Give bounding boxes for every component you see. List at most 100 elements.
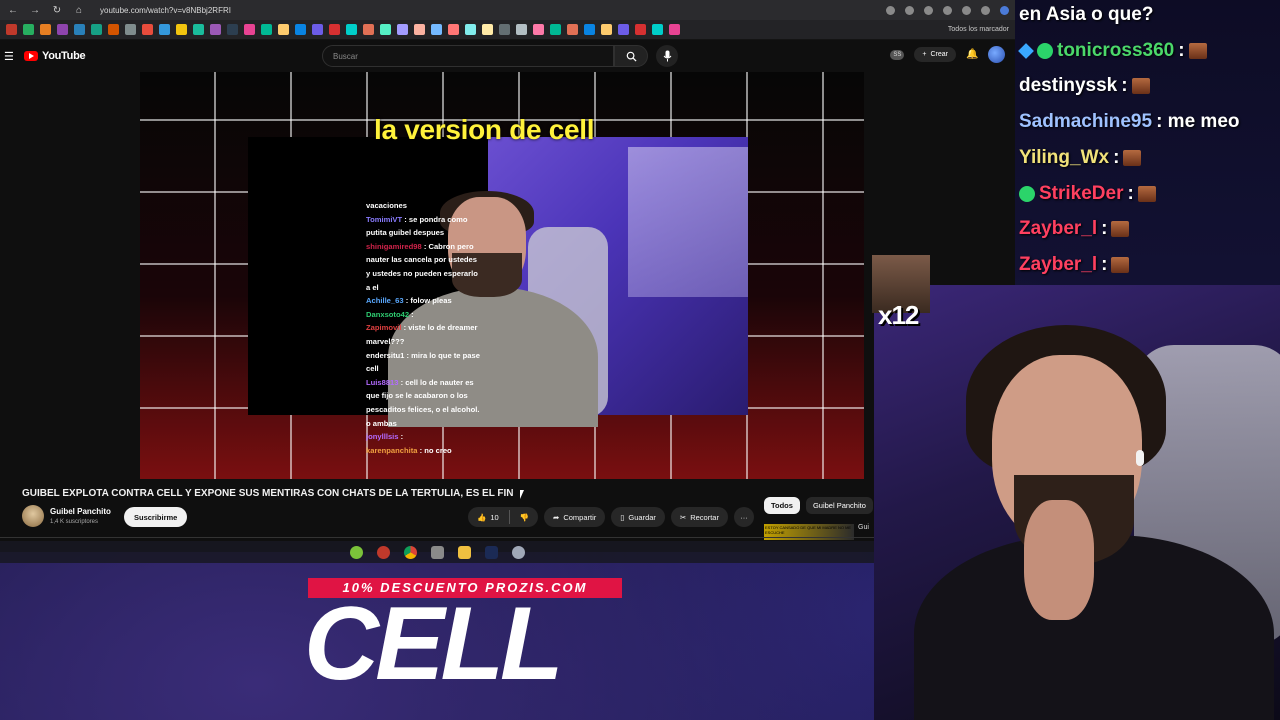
chip-channel[interactable]: Guibel Panchito [805,497,873,514]
bookmark-icon[interactable] [363,24,374,35]
bookmark-icon[interactable] [74,24,85,35]
bookmark-icon[interactable] [312,24,323,35]
profile-icon[interactable] [1000,5,1009,15]
extension-icon[interactable] [943,5,952,15]
bookmark-icon[interactable] [210,24,221,35]
bookmark-icon[interactable] [414,24,425,35]
bookmark-icon[interactable] [397,24,408,35]
extension-icon[interactable] [886,5,895,15]
bookmark-icon[interactable] [380,24,391,35]
bookmark-icon[interactable] [533,24,544,35]
bookmark-icon[interactable] [499,24,510,35]
emote-icon [1188,42,1207,59]
stream-chat-username: StrikeDer [1039,182,1124,204]
clip-label: Recortar [690,512,719,522]
forward-icon[interactable]: → [28,3,42,17]
bookmark-icon[interactable] [23,24,34,35]
create-button[interactable]: + Crear [914,47,956,62]
browser-toolbar: ← → ↻ ⌂ youtube.com/watch?v=v8NBbj2RFRI [0,0,1015,20]
stream-chat-username: Zayber_l [1019,253,1098,275]
back-icon[interactable]: ← [6,3,20,17]
hamburger-menu-icon[interactable]: ☰ [4,50,16,63]
bookmark-icon[interactable] [448,24,459,35]
account-avatar[interactable] [988,46,1005,63]
like-count: 10 [490,512,499,522]
all-bookmarks-folder[interactable]: Todos los marcador [948,26,1009,33]
bookmark-icon[interactable] [295,24,306,35]
dislike-button[interactable]: 👎 [520,513,529,522]
bookmark-icon[interactable] [108,24,119,35]
bookmark-icon[interactable] [176,24,187,35]
photoshop-icon[interactable] [484,545,498,559]
app-icon[interactable] [511,545,525,559]
embedded-stream-frame: vacaciones TomimiVT : se pondra como puti… [248,137,748,455]
bookmark-icon[interactable] [91,24,102,35]
stream-chat-message: Zayber_l: [1019,253,1130,276]
chat-text: folow pleas [410,296,452,306]
chat-text: no creo [424,445,452,455]
share-label: Compartir [563,512,597,522]
app-icon[interactable] [430,545,444,559]
bookmark-icon[interactable] [482,24,493,35]
prime-badge-icon [1037,42,1053,59]
like-dislike-group: 👍 10 👎 [468,507,539,527]
voice-search-button[interactable] [656,45,678,67]
chip-all[interactable]: Todos [764,497,800,514]
home-icon[interactable]: ⌂ [72,3,86,17]
bookmark-icon[interactable] [244,24,255,35]
address-bar[interactable]: youtube.com/watch?v=v8NBbj2RFRI [100,6,231,15]
video-player[interactable]: vacaciones TomimiVT : se pondra como puti… [140,72,864,479]
channel-name[interactable]: Guibel Panchito [50,507,111,516]
bookmark-icon[interactable] [329,24,340,35]
search-button[interactable] [614,45,648,67]
reload-icon[interactable]: ↻ [50,3,64,17]
app-icon[interactable] [349,545,363,559]
emote-icon [1137,185,1156,202]
app-icon[interactable] [376,545,390,559]
bookmark-icon[interactable] [193,24,204,35]
bookmark-icon[interactable] [125,24,136,35]
more-actions-button[interactable]: ··· [733,507,754,527]
bookmark-icon[interactable] [652,24,663,35]
bookmark-icon[interactable] [227,24,238,35]
bookmark-icon[interactable] [567,24,578,35]
like-button[interactable]: 👍 10 [477,513,499,522]
bookmark-icon[interactable] [57,24,68,35]
stream-chat-text: : [1113,146,1120,168]
bookmark-icon[interactable] [584,24,595,35]
bookmark-icon[interactable] [550,24,561,35]
bookmark-icon[interactable] [635,24,646,35]
more-dots-icon: ··· [740,512,748,522]
extension-icon[interactable] [924,5,933,15]
save-button[interactable]: ▯ Guardar [611,507,665,527]
bookmark-icon[interactable] [278,24,289,35]
bookmark-icon[interactable] [516,24,527,35]
bookmark-icon[interactable] [40,24,51,35]
chrome-icon[interactable] [403,545,417,559]
bookmark-icon[interactable] [142,24,153,35]
extension-icon[interactable] [962,5,971,15]
shorts-badge[interactable]: SS [890,49,905,60]
emote-icon [1111,221,1130,238]
extensions-puzzle-icon[interactable] [981,5,990,15]
notifications-bell-icon[interactable]: 🔔 [966,49,978,61]
share-button[interactable]: ➦ Compartir [544,507,606,527]
channel-avatar[interactable] [22,505,44,527]
bookmark-star-icon[interactable] [905,5,914,15]
bookmark-icon[interactable] [618,24,629,35]
bookmark-icon[interactable] [669,24,680,35]
folder-icon[interactable] [457,545,471,559]
search-input[interactable]: Buscar [322,45,614,67]
video-chat-message: karenpanchita : no creo [366,445,452,455]
bookmark-icon[interactable] [261,24,272,35]
bookmark-icon[interactable] [601,24,612,35]
youtube-logo[interactable]: YouTube [24,50,86,62]
subscribe-button[interactable]: Suscribirme [124,507,188,527]
bookmark-icon[interactable] [6,24,17,35]
bookmark-icon[interactable] [346,24,357,35]
bookmark-icon[interactable] [431,24,442,35]
bookmark-icon[interactable] [159,24,170,35]
clip-button[interactable]: ✂ Recortar [670,507,728,527]
bookmark-icon[interactable] [465,24,476,35]
video-title: GUIBEL EXPLOTA CONTRA CELL Y EXPONE SUS … [22,488,514,499]
